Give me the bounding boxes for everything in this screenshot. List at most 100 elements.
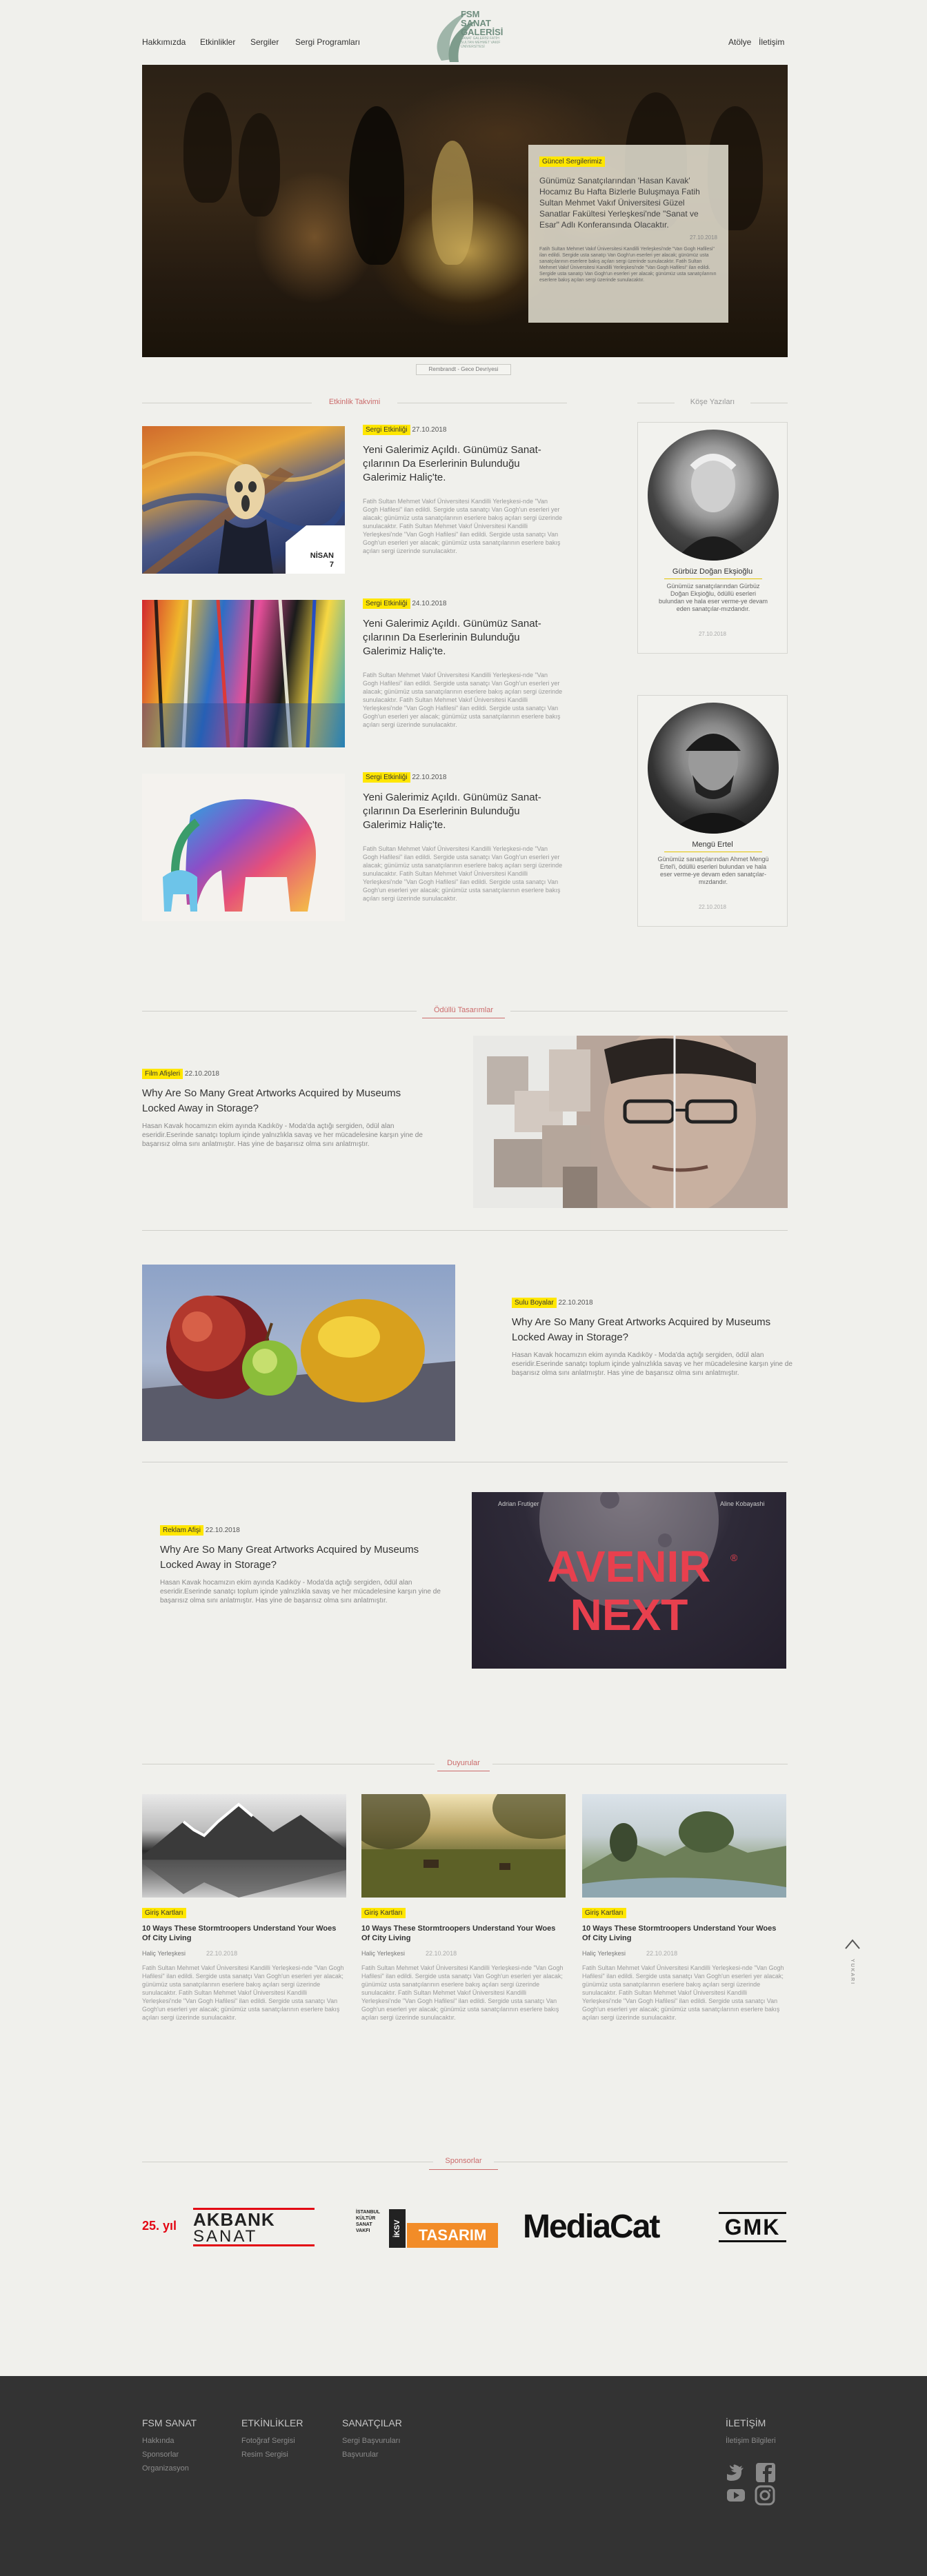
facebook-icon[interactable] — [756, 2463, 775, 2482]
footer-link-organization[interactable]: Organizasyon — [142, 2464, 189, 2473]
footer-link-applications-2[interactable]: Başvurular — [342, 2451, 379, 2459]
award-date: 22.10.2018 — [558, 1299, 593, 1307]
abstract-painting — [142, 600, 345, 747]
article-title[interactable]: Yeni Galerimiz Açıldı. Günümüz Sanat-çıl… — [363, 617, 563, 658]
author-card[interactable]: Mengü Ertel Günümüz sanatçılarından Ahme… — [637, 695, 788, 927]
author-portrait — [668, 732, 758, 834]
nav-workshop[interactable]: Atölye — [728, 37, 751, 47]
article-title[interactable]: Yeni Galerimiz Açıldı. Günümüz Sanat-çıl… — [363, 791, 563, 832]
award-title[interactable]: Why Are So Many Great Artworks Acquired … — [142, 1086, 432, 1116]
hero-figure — [183, 92, 232, 203]
article-tag[interactable]: Sergi Etkinliği — [363, 598, 410, 609]
announcement-tag[interactable]: Giriş Kartları — [582, 1908, 626, 1918]
iksv-line: VAKFI — [356, 2228, 370, 2233]
iksv-line: İSTANBUL — [356, 2210, 380, 2215]
article-image[interactable] — [142, 774, 345, 921]
date-badge-day: 7 — [329, 561, 334, 569]
author-photo — [648, 703, 779, 834]
hero-body: Fatih Sultan Mehmet Vakıf Üniversitesi K… — [539, 247, 717, 283]
sponsor-mediacat-logo[interactable]: MediaCat — [523, 2206, 660, 2248]
author-name[interactable]: Mengü Ertel — [638, 841, 787, 849]
award-tag[interactable]: Reklam Afişi — [160, 1525, 204, 1536]
youtube-icon[interactable] — [727, 2489, 745, 2502]
landscape-painting — [582, 1811, 786, 1898]
announcement-tag[interactable]: Giriş Kartları — [142, 1908, 186, 1918]
sponsor-gmk-logo[interactable]: GMK — [719, 2212, 786, 2242]
announcement: Giriş Kartları 10 Ways These Stormtroope… — [582, 1906, 786, 2022]
article-image[interactable] — [142, 600, 345, 747]
article-body: Fatih Sultan Mehmet Vakıf Üniversitesi K… — [363, 672, 563, 728]
nav-exhibition-programs[interactable]: Sergi Programları — [295, 37, 360, 47]
award-meta: Sulu Boyalar 22.10.2018 — [512, 1298, 801, 1308]
section-title-sponsors: Sponsorlar — [433, 2157, 494, 2165]
article-tag[interactable]: Sergi Etkinliği — [363, 772, 410, 783]
sponsor-iksv-logo[interactable]: İSTANBUL KÜLTÜR SANAT VAKFI İKSV TASARIM — [356, 2209, 498, 2248]
logo-line-3: GALERİSİ — [461, 27, 504, 37]
article-image[interactable]: NİSAN 7 — [142, 426, 345, 574]
iksv-word: TASARIM — [407, 2223, 498, 2248]
logo-subtitle: SANAT GALERİSİ FATİH SULTAN MEHMET VAKIF… — [461, 37, 501, 49]
elephant-painting — [163, 799, 316, 912]
footer-heading-contact: İLETİŞİM — [726, 2417, 766, 2428]
announcement-image[interactable] — [582, 1794, 786, 1898]
nav-about[interactable]: Hakkımızda — [142, 37, 186, 47]
announcement-date: 22.10.2018 — [646, 1950, 678, 1957]
section-title-awards: Ödüllü Tasarımlar — [417, 1006, 510, 1014]
award-tag[interactable]: Film Afişleri — [142, 1069, 183, 1079]
footer-link-about[interactable]: Hakkında — [142, 2437, 174, 2445]
poster-top-left: Adrian Frutiger — [498, 1500, 539, 1507]
announcement-image[interactable] — [361, 1794, 566, 1898]
twitter-icon[interactable] — [727, 2464, 744, 2481]
footer-link-sponsors[interactable]: Sponsorlar — [142, 2451, 179, 2459]
avenir-poster: Adrian Frutiger Aline Kobayashi AVENIR ®… — [498, 1492, 765, 1640]
hero-tag[interactable]: Güncel Sergilerimiz — [539, 157, 605, 167]
logo-wordmark[interactable]: FSM SANAT GALERİSİ SANAT GALERİSİ FATİH … — [461, 10, 504, 49]
award-title[interactable]: Why Are So Many Great Artworks Acquired … — [512, 1315, 801, 1345]
nav-events[interactable]: Etkinlikler — [200, 37, 235, 47]
section-title-authors: Köşe Yazıları — [675, 398, 750, 406]
announcement-tag[interactable]: Giriş Kartları — [361, 1908, 406, 1918]
award-meta: Film Afişleri 22.10.2018 — [142, 1069, 432, 1079]
iksv-line: KÜLTÜR — [356, 2216, 376, 2221]
hero-banner[interactable]: Güncel Sergilerimiz Günümüz Sanatçıların… — [142, 65, 788, 357]
announcement-body: Fatih Sultan Mehmet Vakıf Üniversitesi K… — [582, 1964, 784, 2021]
article-date: 27.10.2018 — [412, 426, 447, 434]
akbank-name: AKBANK — [193, 2208, 315, 2229]
announcement-date: 22.10.2018 — [206, 1950, 238, 1957]
nav-exhibitions[interactable]: Sergiler — [250, 37, 279, 47]
announcement-image[interactable] — [142, 1794, 346, 1898]
hero-figure — [349, 106, 404, 265]
hero-caption[interactable]: Rembrandt - Gece Devriyesi — [416, 364, 511, 375]
article-meta: Sergi Etkinliği 27.10.2018 — [363, 425, 563, 435]
back-to-top-button[interactable]: YUKARI — [843, 1936, 862, 1991]
nav-contact[interactable]: İletişim — [759, 37, 784, 47]
author-name[interactable]: Gürbüz Doğan Ekşioğlu — [638, 567, 787, 576]
article-tag[interactable]: Sergi Etkinliği — [363, 425, 410, 435]
author-description: Günümüz sanatçılarından Gürbüz Doğan Ekş… — [658, 583, 768, 612]
hero-title[interactable]: Günümüz Sanatçılarından 'Hasan Kavak' Ho… — [539, 175, 717, 230]
author-portrait — [675, 454, 751, 561]
announcement-title[interactable]: 10 Ways These Stormtroopers Understand Y… — [142, 1924, 346, 1943]
announcement-body: Fatih Sultan Mehmet Vakıf Üniversitesi K… — [142, 1964, 344, 2021]
footer-heading-artists: SANATÇILAR — [342, 2417, 402, 2428]
award-poster[interactable]: Adrian Frutiger Aline Kobayashi AVENIR ®… — [472, 1492, 786, 1669]
article-title[interactable]: Yeni Galerimiz Açıldı. Günümüz Sanat-çıl… — [363, 443, 563, 485]
hero-card[interactable]: Güncel Sergilerimiz Günümüz Sanatçıların… — [528, 145, 728, 323]
footer-link-contact-info[interactable]: İletişim Bilgileri — [726, 2437, 776, 2445]
footer-link-applications[interactable]: Sergi Başvuruları — [342, 2437, 400, 2445]
announcement-title[interactable]: 10 Ways These Stormtroopers Understand Y… — [582, 1924, 786, 1943]
announcement-title[interactable]: 10 Ways These Stormtroopers Understand Y… — [361, 1924, 566, 1943]
award-tag[interactable]: Sulu Boyalar — [512, 1298, 557, 1308]
award-image[interactable] — [473, 1036, 788, 1208]
announcement-meta: Haliç Yerleşkesi 22.10.2018 — [582, 1950, 786, 1957]
award-title[interactable]: Why Are So Many Great Artworks Acquired … — [160, 1542, 450, 1573]
footer-link-painting[interactable]: Resim Sergisi — [241, 2451, 288, 2459]
sponsor-akbank-logo[interactable]: 25. yıl AKBANK SANAT — [142, 2208, 315, 2249]
instagram-icon[interactable] — [755, 2485, 775, 2506]
footer-link-photo[interactable]: Fotoğraf Sergisi — [241, 2437, 295, 2445]
fruit-painting — [142, 1296, 455, 1441]
hero-figure — [432, 141, 473, 265]
author-card[interactable]: Gürbüz Doğan Ekşioğlu Günümüz sanatçılar… — [637, 422, 788, 654]
award-body: Hasan Kavak hocamızın ekim ayında Kadıkö… — [160, 1579, 441, 1604]
award-image[interactable] — [142, 1265, 455, 1441]
